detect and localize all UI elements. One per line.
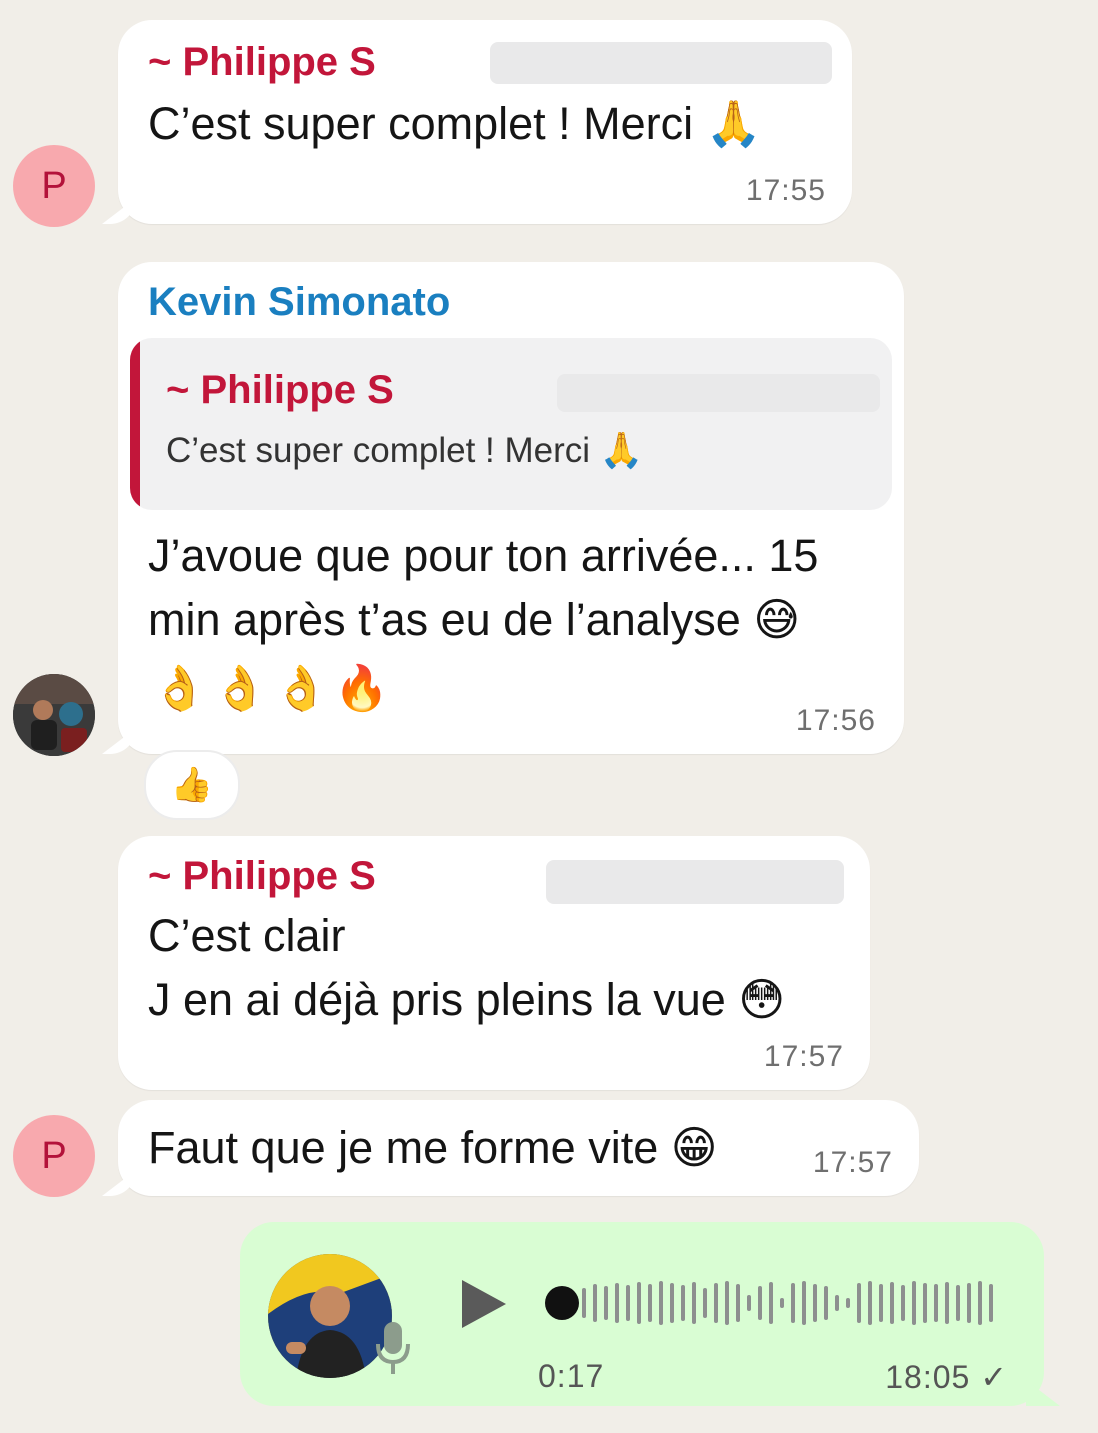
grinning-face-emoji: 😁 (670, 1121, 718, 1174)
sender-name[interactable]: ~ Philippe S (148, 40, 376, 85)
waveform-bar (670, 1283, 674, 1323)
waveform-bar (967, 1283, 971, 1323)
waveform-bar (989, 1284, 993, 1322)
message-bubble-philippe-2[interactable]: ~ Philippe S C’est clair J en ai déjà pr… (118, 836, 870, 1090)
message-line-2-text: min après t’as eu de l’analyse (148, 594, 741, 645)
sender-prefix: ~ (148, 40, 172, 84)
flushed-face-emoji: 😳 (738, 973, 786, 1026)
message-time: 17:57 (812, 1146, 893, 1179)
message-text: Faut que je me forme vite 😁 (148, 1116, 718, 1180)
message-line-2: min après t’as eu de l’analyse 😅 (148, 588, 818, 652)
waveform-bar (912, 1281, 916, 1325)
waveform-bar (604, 1286, 608, 1320)
waveform-bar (835, 1295, 839, 1311)
quote-text: C’est super complet ! Merci 🙏 (166, 430, 643, 471)
praying-hands-emoji: 🙏 (705, 97, 762, 150)
message-line-2: J en ai déjà pris pleins la vue 😳 (148, 968, 785, 1032)
microphone-icon (373, 1320, 413, 1376)
waveform-bar (923, 1283, 927, 1323)
waveform-bar (956, 1285, 960, 1321)
sender-name-text: Philippe S (182, 40, 376, 84)
message-bubble-kevin[interactable]: Kevin Simonato ~ Philippe S C’est super … (118, 262, 904, 754)
play-icon[interactable] (460, 1278, 508, 1330)
voice-time-status: 18:05 ✓ (885, 1358, 1008, 1396)
message-time: 17:57 (763, 1040, 844, 1073)
waveform-bar (758, 1286, 762, 1320)
message-text: C’est super complet ! Merci 🙏 (148, 92, 762, 156)
emoji-row: 👌👌👌🔥 (152, 663, 396, 714)
voice-note-bubble[interactable]: 0:17 18:05 ✓ (240, 1222, 1044, 1406)
sent-check-icon: ✓ (980, 1359, 1008, 1395)
waveform-bar (901, 1285, 905, 1321)
waveform-bar (791, 1283, 795, 1323)
sender-prefix: ~ (148, 854, 172, 898)
waveform-bar (725, 1281, 729, 1325)
voice-time: 18:05 (885, 1359, 971, 1395)
waveform-bar (703, 1288, 707, 1318)
waveform-bar (626, 1285, 630, 1321)
waveform-bar (648, 1284, 652, 1322)
waveform-bar (846, 1298, 850, 1308)
waveform-bar (978, 1281, 982, 1325)
message-time: 17:55 (745, 174, 826, 207)
waveform-bar (681, 1285, 685, 1321)
waveform-bar (868, 1281, 872, 1325)
message-text: C’est clair J en ai déjà pris pleins la … (148, 904, 785, 1032)
quote-text-content: C’est super complet ! Merci (166, 431, 591, 470)
audio-waveform[interactable] (582, 1278, 1002, 1328)
message-line-2-text: J en ai déjà pris pleins la vue (148, 974, 726, 1025)
quote-sender-prefix: ~ (166, 368, 190, 412)
reaction-thumbs-up[interactable]: 👍 (144, 750, 240, 820)
avatar-photo-image (13, 674, 95, 756)
waveform-bar (736, 1284, 740, 1322)
message-text-content: C’est super complet ! Merci (148, 98, 694, 149)
message-text: J’avoue que pour ton arrivée... 15 min a… (148, 524, 818, 652)
sender-name-kevin[interactable]: Kevin Simonato (148, 280, 450, 325)
waveform-bar (824, 1286, 828, 1320)
avatar-philippe[interactable]: P (13, 145, 95, 227)
message-bubble-philippe-3[interactable]: Faut que je me forme vite 😁 17:57 (118, 1100, 919, 1196)
waveform-bar (945, 1282, 949, 1324)
quote-sender: ~ Philippe S (166, 368, 394, 413)
playback-position-dot[interactable] (545, 1286, 579, 1320)
praying-hands-emoji: 🙏 (599, 431, 644, 471)
waveform-bar (692, 1282, 696, 1324)
waveform-bar (857, 1283, 861, 1323)
voice-duration: 0:17 (538, 1358, 605, 1394)
redacted-phone (557, 374, 880, 412)
thumbs-up-emoji: 👍 (170, 765, 214, 805)
waveform-bar (747, 1295, 751, 1311)
waveform-bar (802, 1281, 806, 1325)
message-text-content: Faut que je me forme vite (148, 1122, 659, 1173)
redacted-phone (546, 860, 844, 904)
sweat-smile-emoji: 😅 (753, 593, 801, 646)
waveform-bar (714, 1283, 718, 1323)
waveform-bar (780, 1298, 784, 1308)
message-line-1: J’avoue que pour ton arrivée... 15 (148, 530, 819, 581)
sender-name-text: Philippe S (182, 854, 376, 898)
message-time: 17:56 (795, 704, 876, 737)
message-bubble-philippe-1[interactable]: ~ Philippe S C’est super complet ! Merci… (118, 20, 852, 224)
waveform-bar (659, 1281, 663, 1325)
quoted-message[interactable]: ~ Philippe S C’est super complet ! Merci… (130, 338, 892, 510)
sender-name[interactable]: ~ Philippe S (148, 854, 376, 899)
quote-accent-bar (130, 338, 140, 510)
waveform-bar (890, 1282, 894, 1324)
waveform-bar (879, 1284, 883, 1322)
waveform-bar (934, 1284, 938, 1322)
avatar-philippe[interactable]: P (13, 1115, 95, 1197)
waveform-bar (615, 1283, 619, 1323)
message-line-1: C’est clair (148, 910, 346, 961)
quote-sender-text: Philippe S (200, 368, 394, 412)
waveform-bar (769, 1282, 773, 1324)
waveform-bar (582, 1288, 586, 1318)
waveform-bar (637, 1282, 641, 1324)
waveform-bar (813, 1284, 817, 1322)
redacted-phone (490, 42, 832, 84)
avatar-kevin[interactable] (13, 674, 95, 756)
waveform-bar (593, 1284, 597, 1322)
